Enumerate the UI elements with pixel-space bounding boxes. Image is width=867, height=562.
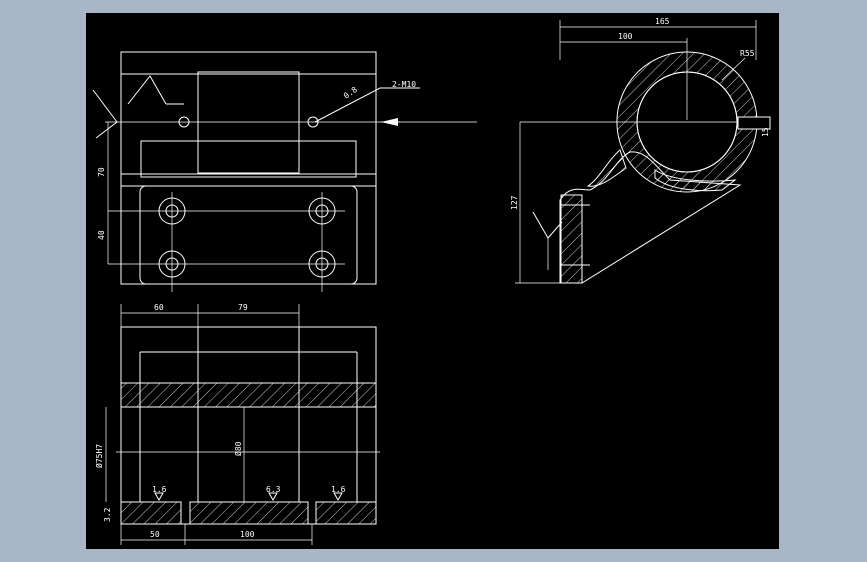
dim-165: 165 [655, 17, 670, 26]
view-arrow-left [92, 89, 118, 139]
engineering-drawing: 2-M10 0.8 70 40 165 100 15 R55 127 60 79… [92, 17, 771, 545]
dim-70: 70 [97, 167, 106, 177]
base-right-section [315, 501, 377, 525]
roughness-mid: 6.3 [266, 485, 281, 494]
top-view-boss [197, 71, 300, 174]
top-view: 2-M10 0.8 70 40 [92, 51, 477, 292]
dim-127: 127 [510, 195, 519, 210]
base-section [560, 194, 583, 284]
top-view-step [140, 140, 357, 178]
thread-callout-text: 2-M10 [392, 80, 416, 89]
dim-60: 60 [154, 303, 164, 312]
thread-callout-leader [314, 87, 420, 123]
dim-bore: Ø80 [233, 441, 243, 456]
section-view: 60 79 Ø75H7 Ø80 1.6 6.3 1.6 3.2 50 100 [94, 303, 380, 545]
dim-40: 40 [97, 230, 106, 240]
roughness-right: 1.6 [331, 485, 346, 494]
roughness-symbol [127, 75, 167, 105]
dim-100-bottom: 100 [240, 530, 255, 539]
roughness-symbol-side [532, 211, 563, 239]
dim-100: 100 [618, 32, 633, 41]
side-view: 165 100 15 R55 127 [510, 17, 771, 284]
radius-label: R55 [740, 49, 755, 58]
split-slot [737, 116, 771, 130]
top-view-outline [120, 51, 377, 285]
roughness-side: 3.2 [103, 507, 112, 522]
section-outline [120, 326, 377, 525]
bore-wall-section [120, 382, 377, 408]
base-left-section [120, 501, 182, 525]
bracket-neck-section [586, 149, 627, 187]
dim-bore-fit: Ø75H7 [94, 444, 104, 468]
roughness-left: 1.6 [152, 485, 167, 494]
dim-50: 50 [150, 530, 160, 539]
bolt-holes [108, 192, 345, 292]
dim-79: 79 [238, 303, 248, 312]
base-middle-section [189, 501, 309, 525]
depth-callout-text: 0.8 [342, 85, 359, 101]
cad-window: 2-M10 0.8 70 40 165 100 15 R55 127 60 79… [0, 0, 867, 562]
dim-15: 15 [761, 127, 770, 137]
